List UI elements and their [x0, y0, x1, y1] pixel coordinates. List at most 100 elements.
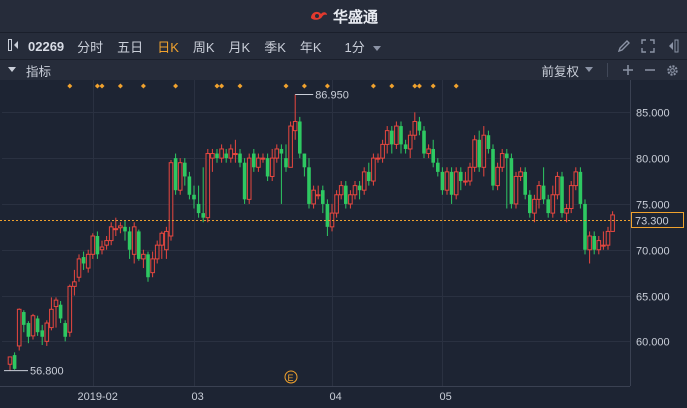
candle-body — [288, 125, 293, 168]
candle-body — [298, 121, 302, 154]
candle-body — [49, 308, 54, 329]
tab-daily-k[interactable]: 日K — [150, 37, 186, 56]
candle-body — [352, 185, 358, 196]
candle-body — [394, 125, 399, 145]
event-marker — [324, 83, 330, 89]
candle-body — [610, 214, 615, 232]
tab-quarterly-k[interactable]: 季K — [257, 37, 293, 56]
candle-body — [592, 236, 596, 250]
candle-body — [536, 185, 542, 200]
candle-body — [201, 213, 205, 218]
plus-icon[interactable] — [622, 64, 634, 76]
x-tick-label: 04 — [330, 391, 342, 403]
candle-body — [22, 312, 26, 325]
expand-icon[interactable] — [641, 39, 655, 53]
candle-body — [183, 162, 187, 177]
candle-body — [486, 135, 491, 149]
candle-body — [532, 198, 537, 214]
title-bar: 华盛通 — [0, 0, 687, 32]
candle-body — [578, 171, 583, 204]
candle-body — [307, 167, 311, 204]
candle-body — [560, 176, 564, 214]
candle-body — [30, 315, 36, 337]
candle-body — [505, 153, 509, 159]
candle-body — [215, 153, 219, 159]
candle-body — [555, 175, 560, 196]
candle-body — [7, 356, 13, 365]
candle-body — [168, 162, 174, 237]
max-price-label: 86.950 — [315, 89, 349, 101]
minute-select[interactable]: 1分 — [329, 37, 389, 56]
kline-svg[interactable]: 73.300 86.950 56.800 E 85.000 80.000 75.000 70… — [0, 80, 687, 408]
sidebar-toggle-icon[interactable] — [0, 38, 26, 54]
candles — [7, 94, 615, 371]
candle-body — [440, 171, 445, 191]
candle-body — [587, 235, 592, 251]
candle-body — [269, 157, 275, 177]
candle-body — [187, 176, 192, 195]
tab-five-day[interactable]: 五日 — [110, 37, 150, 56]
earnings-marker-label: E — [288, 373, 294, 383]
candle-body — [321, 190, 325, 204]
candle-body — [605, 230, 611, 246]
tab-weekly-k[interactable]: 周K — [186, 37, 222, 56]
candle-body — [53, 299, 59, 308]
candle-body — [338, 185, 344, 196]
grid — [0, 80, 631, 387]
candle-body — [546, 199, 550, 214]
indicator-bar: 指标 前复权 — [0, 59, 687, 80]
candle-body — [104, 240, 109, 246]
candle-body — [210, 153, 215, 159]
candle-body — [173, 158, 178, 191]
gear-icon[interactable] — [666, 64, 679, 77]
pen-icon[interactable] — [617, 39, 631, 53]
candle-body — [164, 230, 169, 251]
event-marker — [453, 83, 459, 89]
chevron-down-icon — [585, 67, 593, 72]
overlays: 73.300 86.950 56.800 E — [0, 89, 684, 384]
candle-body — [35, 318, 40, 333]
event-marker — [99, 83, 105, 89]
candle-body — [311, 189, 316, 205]
candle-body — [256, 157, 261, 168]
minus-icon[interactable] — [644, 64, 656, 76]
event-marker — [430, 83, 436, 89]
candle-body — [459, 171, 463, 182]
candle-body — [146, 254, 150, 278]
candle-body — [334, 194, 339, 214]
candle-body — [302, 153, 307, 168]
kline-chart[interactable]: 73.300 86.950 56.800 E 85.000 80.000 75.000 70… — [0, 80, 687, 408]
event-marker — [67, 83, 73, 89]
candle-body — [371, 157, 376, 182]
current-price-label: 73.300 — [635, 216, 669, 228]
candle-body — [127, 231, 132, 250]
y-tick-label: 70.000 — [636, 246, 670, 258]
candle-body — [159, 232, 165, 246]
candle-body — [292, 120, 298, 132]
event-marker — [416, 83, 422, 89]
candle-body — [499, 153, 505, 168]
candle-body — [453, 171, 459, 196]
chevron-down-icon — [373, 45, 382, 51]
tab-intraday[interactable]: 分时 — [70, 37, 110, 56]
candle-body — [431, 148, 435, 163]
candle-body — [477, 139, 481, 168]
candle-body — [16, 308, 22, 347]
panel-toggle-icon[interactable] — [665, 39, 679, 53]
indicator-label[interactable]: 指标 — [26, 61, 51, 80]
candle-body — [265, 158, 270, 177]
y-tick-label: 65.000 — [636, 292, 670, 304]
candle-body — [279, 148, 284, 154]
candle-body — [361, 171, 367, 191]
tab-yearly-k[interactable]: 年K — [293, 37, 329, 56]
candle-body — [63, 323, 67, 337]
candle-body — [118, 225, 123, 229]
collapse-icon[interactable] — [8, 67, 16, 73]
candle-body — [12, 355, 17, 369]
candle-body — [85, 253, 91, 269]
tab-monthly-k[interactable]: 月K — [222, 37, 258, 56]
adjust-select[interactable]: 前复权 — [541, 61, 593, 80]
candle-body — [344, 185, 348, 204]
candle-body — [242, 162, 247, 200]
event-marker — [389, 83, 395, 89]
